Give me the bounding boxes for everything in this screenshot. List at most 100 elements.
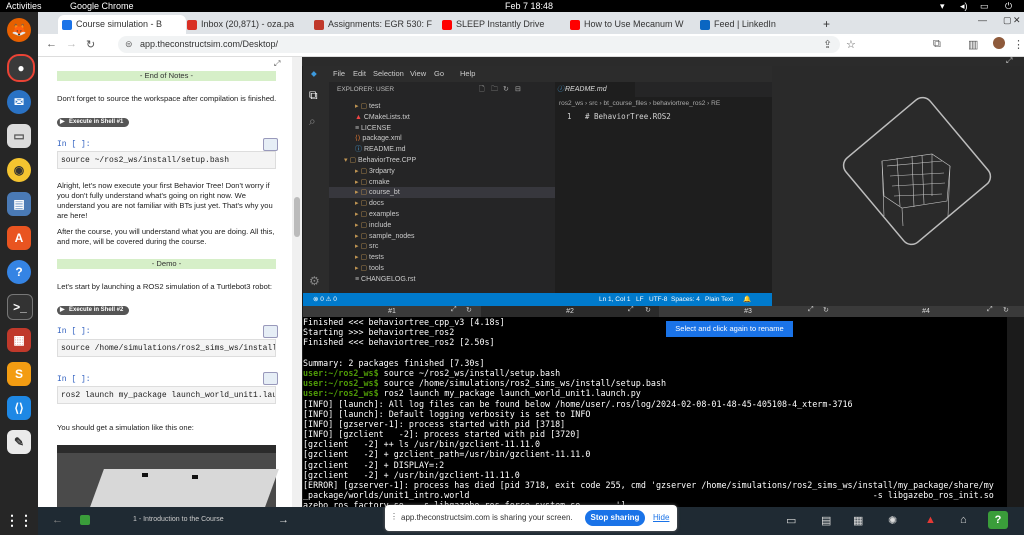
explorer-icon[interactable]: ⧉ [309,88,318,103]
tree-item[interactable]: ≡ LICENSE [329,123,555,134]
chrome-icon[interactable]: ● [7,54,35,82]
notifications-bell-icon[interactable]: 🔔 [743,293,751,306]
files-icon[interactable]: ▭ [7,124,31,148]
tree-item[interactable]: ▸ ▢ sample_nodes [329,231,555,242]
language-indicator[interactable]: Plain Text [705,293,733,306]
app-menu[interactable]: Google Chrome [70,0,134,12]
maximize-icon[interactable]: ▢ [1003,15,1012,26]
expand-icon[interactable]: ⤢ [987,306,993,314]
expand-icon[interactable]: ⤢ [808,306,814,314]
copy-icon[interactable] [263,325,278,338]
tab-course-simulation[interactable]: Course simulation - B [58,15,186,34]
breadcrumb-item[interactable]: RE [711,100,720,107]
breadcrumb-item[interactable]: behaviortree_ros2 [653,100,705,107]
expand-icon[interactable]: ⤢ [274,59,280,69]
battery-icon[interactable]: ▭ [980,0,989,12]
address-bar[interactable]: ⊜ app.theconstructsim.com/Desktop/ [118,36,840,53]
terminal-output[interactable]: Finished <<< behaviortree_cpp_v3 [4.18s]… [303,317,1007,507]
sublime-icon[interactable]: S [7,362,31,386]
code-cell[interactable]: source ~/ros2_ws/install/setup.bash [57,151,276,169]
hide-button[interactable]: Hide [653,510,669,526]
code-cell[interactable]: ros2 launch my_package launch_world_unit… [57,386,276,404]
site-info-icon[interactable]: ⊜ [125,36,133,53]
new-tab-button[interactable]: + [823,15,837,34]
clock[interactable]: Feb 7 18:48 [505,0,553,12]
tree-item[interactable]: ▸ ▢ cmake [329,177,555,188]
thunderbird-icon[interactable]: ✉ [7,90,31,114]
writer-icon[interactable]: ▤ [7,192,31,216]
back-icon[interactable]: ← [46,38,57,50]
tree-item[interactable]: ▸ ▢ 3rdparty [329,166,555,177]
expand-icon[interactable]: ⤢ [1006,56,1012,66]
next-arrow-icon[interactable]: → [278,514,289,526]
extensions-icon[interactable]: ⧉ [933,38,941,51]
system-monitor-icon[interactable]: ▦ [7,328,31,352]
tree-item[interactable]: ≡ CHANGELOG.rst [329,274,555,285]
tree-item[interactable]: ⟨⟩ package.xml [329,133,555,144]
reload-icon[interactable]: ↻ [645,306,651,314]
network-icon[interactable]: ▾ [940,0,945,12]
breadcrumb-item[interactable]: src [589,100,598,107]
ai-assistant-icon[interactable]: ✺ [888,514,897,527]
execute-shell-2-button[interactable]: ▶ Execute in Shell #2 [57,306,130,315]
tab-mecanum-video[interactable]: How to Use Mecanum W [566,15,714,34]
problems-indicator[interactable]: ⊗ 0 ⚠ 0 [313,293,337,306]
minimize-icon[interactable]: — [978,15,987,25]
breadcrumb-item[interactable]: bt_course_files [603,100,647,107]
copy-icon[interactable] [263,372,278,385]
show-apps-icon[interactable]: ⋮⋮ [5,508,33,532]
expand-icon[interactable]: ⤢ [628,306,634,314]
tab-linkedin[interactable]: Feed | LinkedIn [696,15,834,34]
tree-item[interactable]: ▸ ▢ docs [329,198,555,209]
stop-sharing-button[interactable]: Stop sharing [585,510,645,526]
tab-sleep-video[interactable]: SLEEP Instantly Drive [438,15,581,34]
tree-item[interactable]: ▸ ▢ tools [329,263,555,274]
close-window-icon[interactable]: ✕ [1013,15,1021,26]
new-folder-icon[interactable]: 🗀 [491,85,498,96]
firefox-icon[interactable]: 🦊 [7,18,31,42]
breadcrumb-item[interactable]: ros2_ws [559,100,583,107]
notebook-icon[interactable]: ▤ [821,514,831,527]
forward-icon[interactable]: → [66,38,77,50]
menu-view[interactable]: View [410,69,426,78]
tree-item[interactable]: ▸ ▢ course_bt [329,187,555,199]
chrome-menu-icon[interactable]: ⋮ [1013,38,1024,51]
tab-assignments[interactable]: Assignments: EGR 530: F [310,15,453,34]
bookmark-star-icon[interactable]: ☆ [846,38,856,51]
side-panel-icon[interactable]: ▥ [968,38,978,51]
vscode-icon[interactable]: ⟨⟩ [7,396,31,420]
code-line[interactable]: # BehaviorTree.ROS2 [585,112,671,121]
tree-item[interactable]: ▸ ▢ src [329,241,555,252]
reload-icon[interactable]: ↻ [823,306,829,314]
rhythmbox-icon[interactable]: ◉ [7,158,31,182]
copy-icon[interactable] [263,138,278,151]
tree-item[interactable]: ▸ ▢ include [329,220,555,231]
settings-gear-icon[interactable]: ⚙ [309,274,320,288]
menu-help[interactable]: Help [460,69,475,78]
execute-shell-1-button[interactable]: ▶ Execute in Shell #1 [57,118,130,127]
reload-icon[interactable]: ↻ [1003,306,1009,314]
help-button[interactable]: ? [988,511,1008,529]
cursor-position[interactable]: Ln 1, Col 1 [599,293,630,306]
expand-icon[interactable]: ⤢ [451,306,457,314]
menu-file[interactable]: File [333,69,345,78]
volume-icon[interactable]: ◂) [960,0,968,12]
menu-go[interactable]: Go [434,69,444,78]
reload-icon[interactable]: ↻ [466,306,472,314]
drag-handle-icon[interactable]: ⋮ [390,512,398,521]
refresh-icon[interactable]: ↻ [503,85,509,93]
text-editor-icon[interactable]: ✎ [7,430,31,454]
share-icon[interactable]: ⇪ [823,38,832,51]
tree-item[interactable]: ▾ ▢ BehaviorTree.CPP [329,155,555,166]
notebook-scrollbar[interactable] [292,57,302,507]
tab-inbox[interactable]: Inbox (20,871) - oza.pa [183,15,321,34]
encoding-indicator[interactable]: UTF-8 [649,293,667,306]
gazebo-viewport[interactable] [772,66,1024,306]
warning-icon[interactable]: ▲ [925,514,936,526]
tree-item[interactable]: ▸ ▢ tests [329,252,555,263]
tree-item[interactable]: ▲ CMakeLists.txt [329,112,555,123]
checklist-icon[interactable] [80,515,90,525]
indent-indicator[interactable]: Spaces: 4 [671,293,700,306]
prev-arrow-icon[interactable]: ← [52,514,63,526]
eol-indicator[interactable]: LF [636,293,644,306]
